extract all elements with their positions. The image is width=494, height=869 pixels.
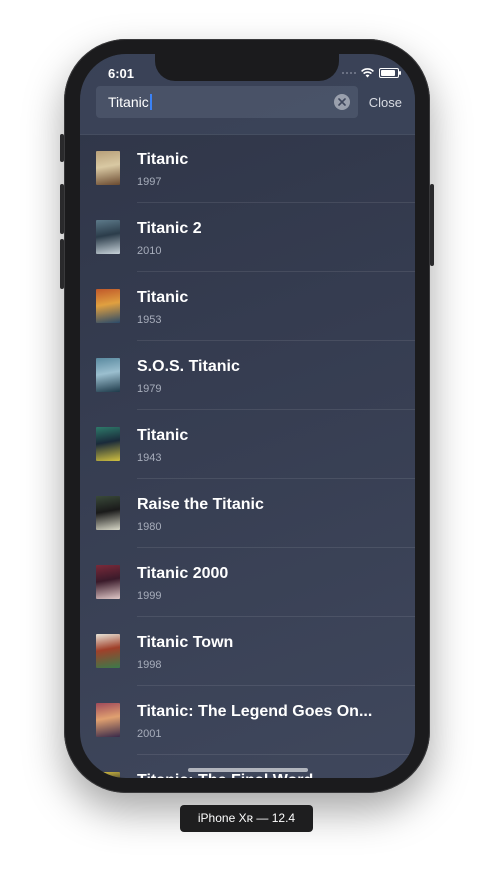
result-year: 2010 xyxy=(137,245,162,257)
result-title: S.O.S. Titanic xyxy=(137,358,240,375)
result-title: Raise the Titanic xyxy=(137,496,264,513)
poster-thumbnail xyxy=(96,772,120,778)
phone-screen: 6:01 Titanic Close Titanic 1997 Titanic … xyxy=(80,54,415,778)
simulator-stage: 6:01 Titanic Close Titanic 1997 Titanic … xyxy=(0,0,494,869)
result-title: Titanic Town xyxy=(137,634,234,651)
result-row[interactable]: Titanic 1997 xyxy=(80,134,415,203)
poster-thumbnail xyxy=(96,496,120,530)
silent-switch xyxy=(60,134,64,162)
home-indicator[interactable] xyxy=(188,768,308,772)
poster-thumbnail xyxy=(96,151,120,185)
signal-icon xyxy=(342,72,356,74)
device-label: iPhone Xʀ — 12.4 xyxy=(180,805,313,832)
result-year: 1953 xyxy=(137,314,162,326)
result-title: Titanic xyxy=(137,151,189,168)
power-button[interactable] xyxy=(430,184,434,266)
status-icons xyxy=(342,68,401,78)
result-year: 1997 xyxy=(137,176,162,188)
result-row[interactable]: Titanic 1953 xyxy=(80,272,415,341)
result-row[interactable]: Titanic 2 2010 xyxy=(80,203,415,272)
result-row[interactable]: Titanic Town 1998 xyxy=(80,617,415,686)
poster-thumbnail xyxy=(96,220,120,254)
result-title: Titanic: The Final Word xyxy=(137,772,313,778)
result-row[interactable]: Titanic 2000 1999 xyxy=(80,548,415,617)
battery-icon xyxy=(379,68,401,78)
result-year: 2001 xyxy=(137,728,162,740)
result-year: 1998 xyxy=(137,659,162,671)
results-list: Titanic 1997 Titanic 2 2010 Titanic 1953 S.O.S… xyxy=(80,134,415,778)
poster-thumbnail xyxy=(96,703,120,737)
poster-thumbnail xyxy=(96,427,120,461)
result-row[interactable]: Titanic: The Legend Goes On... 2001 xyxy=(80,686,415,755)
poster-thumbnail xyxy=(96,565,120,599)
poster-thumbnail xyxy=(96,289,120,323)
result-year: 1943 xyxy=(137,452,162,464)
wifi-icon xyxy=(361,68,374,78)
close-button[interactable]: Close xyxy=(369,95,402,110)
result-title: Titanic 2 xyxy=(137,220,202,237)
result-title: Titanic xyxy=(137,289,189,306)
search-input[interactable]: Titanic xyxy=(96,86,358,118)
notch xyxy=(155,54,339,81)
poster-thumbnail xyxy=(96,358,120,392)
search-query: Titanic xyxy=(108,94,149,110)
result-year: 1999 xyxy=(137,590,162,602)
result-year: 1979 xyxy=(137,383,162,395)
result-year: 1980 xyxy=(137,521,162,533)
poster-thumbnail xyxy=(96,634,120,668)
text-caret xyxy=(149,94,152,110)
result-row[interactable]: Titanic: The Final Word xyxy=(80,755,415,778)
volume-up-button[interactable] xyxy=(60,184,64,234)
result-title: Titanic: The Legend Goes On... xyxy=(137,703,373,720)
result-row[interactable]: S.O.S. Titanic 1979 xyxy=(80,341,415,410)
result-row[interactable]: Titanic 1943 xyxy=(80,410,415,479)
volume-down-button[interactable] xyxy=(60,239,64,289)
status-time: 6:01 xyxy=(108,66,135,81)
result-title: Titanic 2000 xyxy=(137,565,229,582)
result-row[interactable]: Raise the Titanic 1980 xyxy=(80,479,415,548)
clear-search-icon[interactable] xyxy=(334,94,350,110)
result-title: Titanic xyxy=(137,427,189,444)
